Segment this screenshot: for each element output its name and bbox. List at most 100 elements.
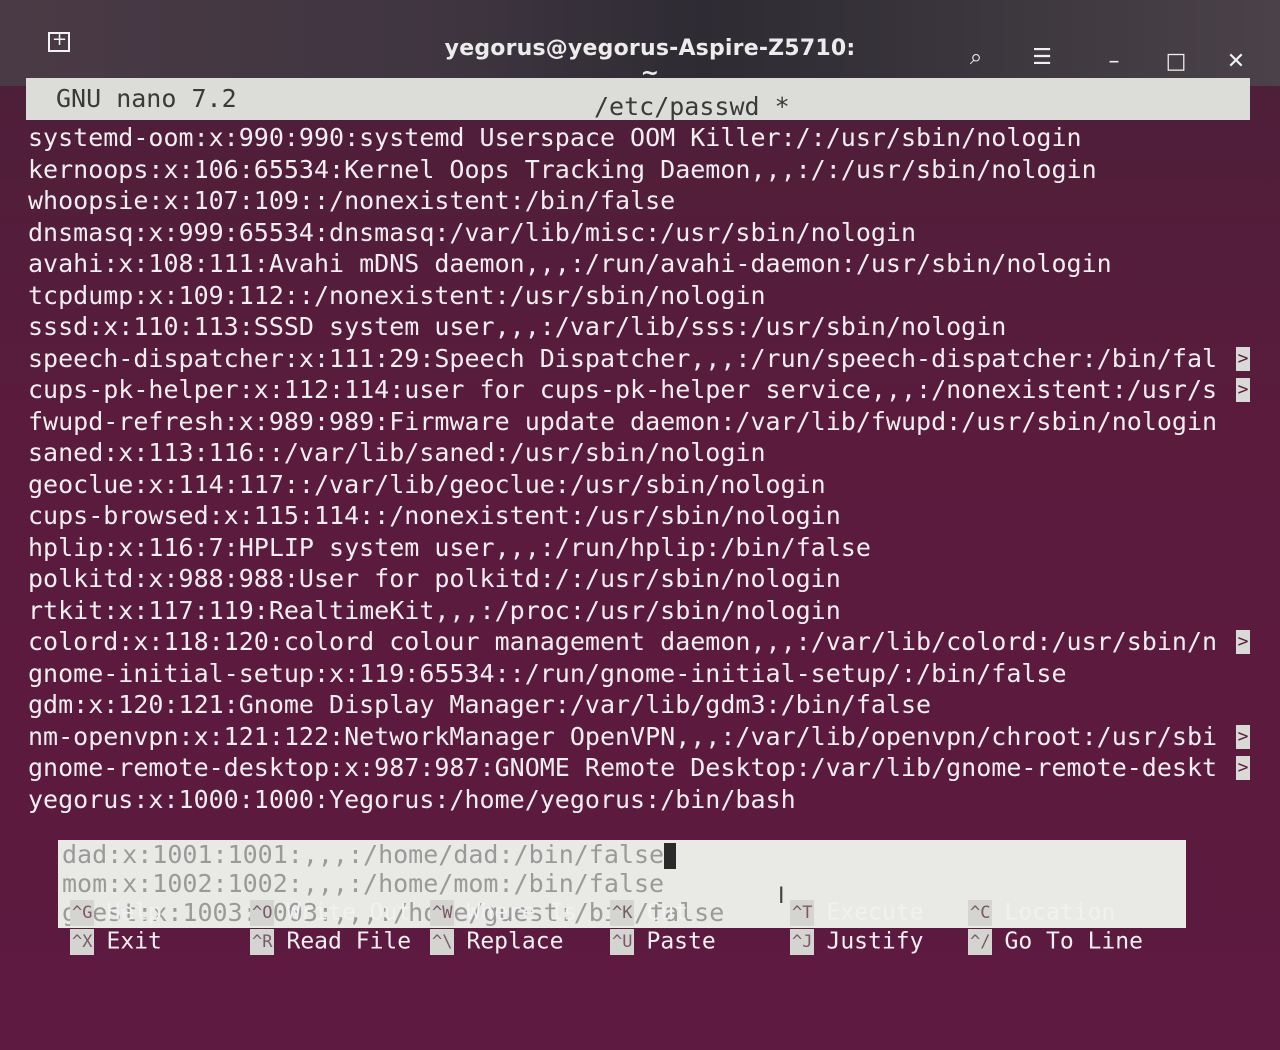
line-overflow-indicator: > xyxy=(1236,378,1250,402)
shortcut-where-is[interactable]: ^W Where Is xyxy=(430,898,577,926)
line-overflow-indicator: > xyxy=(1236,630,1250,654)
file-line[interactable]: cups-pk-helper:x:112:114:user for cups-p… xyxy=(28,374,1250,406)
shortcut-location[interactable]: ^C Location xyxy=(968,898,1115,926)
shortcut-label: Replace xyxy=(466,928,564,955)
file-line[interactable]: hplip:x:116:7:HPLIP system user,,,:/run/… xyxy=(28,532,1250,564)
file-line[interactable]: saned:x:113:116::/var/lib/saned:/usr/sbi… xyxy=(28,437,1250,469)
file-line[interactable]: yegorus:x:1000:1000:Yegorus:/home/yegoru… xyxy=(28,784,1250,816)
shortcut-key: ^W xyxy=(430,899,455,926)
file-line-text: rtkit:x:117:119:RealtimeKit,,,:/proc:/us… xyxy=(28,595,841,625)
shortcut-label: Read File xyxy=(286,928,412,955)
file-line[interactable]: gnome-remote-desktop:x:987:987:GNOME Rem… xyxy=(28,752,1250,784)
file-line[interactable]: colord:x:118:120:colord colour managemen… xyxy=(28,626,1250,658)
shortcut-key: ^T xyxy=(790,899,815,926)
file-line[interactable]: kernoops:x:106:65534:Kernel Oops Trackin… xyxy=(28,154,1250,186)
shortcut-label: Go To Line xyxy=(1004,928,1143,955)
shortcut-execute[interactable]: ^T Execute xyxy=(790,898,923,926)
file-line[interactable]: tcpdump:x:109:112::/nonexistent:/usr/sbi… xyxy=(28,280,1250,312)
file-line[interactable]: systemd-oom:x:990:990:systemd Userspace … xyxy=(28,122,1250,154)
selected-line[interactable]: dad:x:1001:1001:,,,:/home/dad:/bin/false xyxy=(58,840,1186,869)
text-cursor xyxy=(664,843,677,869)
file-line[interactable]: rtkit:x:117:119:RealtimeKit,,,:/proc:/us… xyxy=(28,595,1250,627)
shortcut-label: Location xyxy=(1004,899,1116,926)
file-line[interactable]: gdm:x:120:121:Gnome Display Manager:/var… xyxy=(28,689,1250,721)
shortcut-bar: ^G Help ^X Exit ^O Write Out ^R Read File ^W Wher… xyxy=(42,898,1222,962)
close-icon[interactable]: ✕ xyxy=(1222,48,1250,76)
nano-header-bar: GNU nano 7.2 /etc/passwd * xyxy=(26,78,1250,121)
file-line-text: hplip:x:116:7:HPLIP system user,,,:/run/… xyxy=(28,532,871,562)
minimize-icon[interactable]: – xyxy=(1100,48,1128,76)
shortcut-label: Paste xyxy=(646,928,716,955)
file-line[interactable]: polkitd:x:988:988:User for polkitd:/:/us… xyxy=(28,563,1250,595)
shortcut-help[interactable]: ^G Help xyxy=(70,898,162,926)
file-line-text: systemd-oom:x:990:990:systemd Userspace … xyxy=(28,123,1082,152)
file-line-text: cups-pk-helper:x:112:114:user for cups-p… xyxy=(28,375,1218,404)
file-line-text: polkitd:x:988:988:User for polkitd:/:/us… xyxy=(28,564,841,593)
new-tab-icon[interactable]: + xyxy=(44,28,72,52)
shortcut-label: Help xyxy=(106,899,162,926)
file-line-text: sssd:x:110:113:SSSD system user,,,:/var/… xyxy=(28,312,1007,341)
hamburger-menu-icon[interactable]: ☰ xyxy=(1028,44,1056,72)
file-line-text: nm-openvpn:x:121:122:NetworkManager Open… xyxy=(28,721,1218,751)
file-line[interactable]: fwupd-refresh:x:989:989:Firmware update … xyxy=(28,406,1250,438)
file-line[interactable]: speech-dispatcher:x:111:29:Speech Dispat… xyxy=(28,343,1250,375)
shortcut-key: ^J xyxy=(790,928,815,955)
shortcut-label: Cut xyxy=(646,899,689,926)
selected-line[interactable]: mom:x:1002:1002:,,,:/home/mom:/bin/false xyxy=(58,869,1186,898)
maximize-icon[interactable]: □ xyxy=(1162,48,1190,76)
file-line[interactable]: sssd:x:110:113:SSSD system user,,,:/var/… xyxy=(28,311,1250,343)
shortcut-label: Where Is xyxy=(466,899,578,926)
shortcut-write-out[interactable]: ^O Write Out xyxy=(250,898,411,926)
file-line-text: colord:x:118:120:colord colour managemen… xyxy=(28,627,1218,656)
file-line[interactable]: avahi:x:108:111:Avahi mDNS daemon,,,:/ru… xyxy=(28,248,1250,280)
shortcut-key: ^/ xyxy=(968,928,993,955)
shortcut-key: ^\ xyxy=(430,928,455,955)
shortcut-label: Exit xyxy=(106,928,162,955)
shortcut-read-file[interactable]: ^R Read File xyxy=(250,927,411,955)
shortcut-key: ^O xyxy=(250,899,275,926)
file-line[interactable]: dnsmasq:x:999:65534:dnsmasq:/var/lib/mis… xyxy=(28,217,1250,249)
new-tab-plus: + xyxy=(52,29,68,50)
file-line[interactable]: gnome-initial-setup:x:119:65534::/run/gn… xyxy=(28,658,1250,690)
shortcut-justify[interactable]: ^J Justify xyxy=(790,927,923,955)
file-line-text: gnome-remote-desktop:x:987:987:GNOME Rem… xyxy=(28,753,1218,782)
file-line-text: dnsmasq:x:999:65534:dnsmasq:/var/lib/mis… xyxy=(28,217,917,247)
shortcut-exit[interactable]: ^X Exit xyxy=(70,927,162,955)
shortcut-label: Write Out xyxy=(286,899,412,926)
shortcut-go-to-line[interactable]: ^/ Go To Line xyxy=(968,927,1143,955)
shortcut-label: Justify xyxy=(826,928,924,955)
terminal-window: + yegorus@yegorus-Aspire-Z5710: ~ ⌕ ☰ – … xyxy=(0,0,1280,1050)
file-line[interactable]: geoclue:x:114:117::/var/lib/geoclue:/usr… xyxy=(28,469,1250,501)
file-line-text: gdm:x:120:121:Gnome Display Manager:/var… xyxy=(28,690,932,719)
shortcut-key: ^U xyxy=(610,928,635,955)
shortcut-key: ^R xyxy=(250,928,275,955)
file-line[interactable]: whoopsie:x:107:109::/nonexistent:/bin/fa… xyxy=(28,185,1250,217)
shortcut-replace[interactable]: ^\ Replace xyxy=(430,927,563,955)
selected-line-text: dad:x:1001:1001:,,,:/home/dad:/bin/false xyxy=(62,840,665,869)
file-line[interactable]: cups-browsed:x:115:114::/nonexistent:/us… xyxy=(28,500,1250,532)
line-overflow-indicator: > xyxy=(1236,346,1250,371)
nano-version: GNU nano 7.2 xyxy=(56,84,237,113)
title-bar: + yegorus@yegorus-Aspire-Z5710: ~ ⌕ ☰ – … xyxy=(0,0,1280,86)
shortcut-key: ^G xyxy=(70,899,95,926)
shortcut-cut[interactable]: ^K Cut xyxy=(610,898,688,926)
file-name: /etc/passwd * xyxy=(594,92,790,121)
selected-line-text: mom:x:1002:1002:,,,:/home/mom:/bin/false xyxy=(62,869,665,898)
file-line-text: yegorus:x:1000:1000:Yegorus:/home/yegoru… xyxy=(28,784,796,814)
shortcut-paste[interactable]: ^U Paste xyxy=(610,927,716,955)
file-line[interactable]: nm-openvpn:x:121:122:NetworkManager Open… xyxy=(28,721,1250,753)
nano-editor[interactable]: GNU nano 7.2 /etc/passwd * systemd-oom:x… xyxy=(26,78,1256,1038)
shortcut-key: ^K xyxy=(610,899,635,926)
line-overflow-indicator: > xyxy=(1236,724,1250,749)
search-icon[interactable]: ⌕ xyxy=(962,44,990,72)
file-line-text: whoopsie:x:107:109::/nonexistent:/bin/fa… xyxy=(28,186,676,215)
file-line-text: fwupd-refresh:x:989:989:Firmware update … xyxy=(28,406,1218,436)
file-line-text: saned:x:113:116::/var/lib/saned:/usr/sbi… xyxy=(28,438,766,467)
shortcut-key: ^X xyxy=(70,928,95,955)
file-line-text: kernoops:x:106:65534:Kernel Oops Trackin… xyxy=(28,154,1097,184)
file-content[interactable]: systemd-oom:x:990:990:systemd Userspace … xyxy=(28,122,1250,815)
file-line-text: cups-browsed:x:115:114::/nonexistent:/us… xyxy=(28,501,841,530)
file-line-text: avahi:x:108:111:Avahi mDNS daemon,,,:/ru… xyxy=(28,249,1112,278)
shortcut-key: ^C xyxy=(968,899,993,926)
shortcut-label: Execute xyxy=(826,899,924,926)
